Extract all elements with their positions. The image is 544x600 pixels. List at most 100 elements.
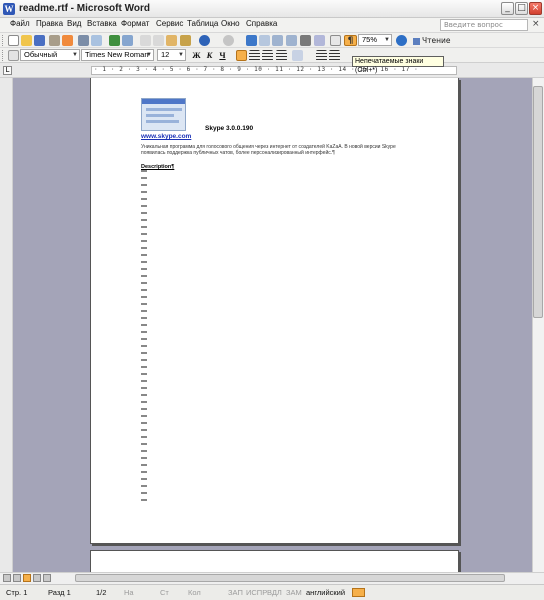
- menu-view[interactable]: Вид: [67, 19, 81, 28]
- paragraph-marks: [141, 170, 147, 504]
- spelling-status-icon[interactable]: [352, 588, 365, 597]
- new-document-icon[interactable]: [8, 35, 19, 46]
- status-ovr[interactable]: ЗАМ: [286, 588, 302, 597]
- skype-screenshot-image[interactable]: [141, 98, 186, 131]
- document-page[interactable]: [90, 550, 459, 572]
- copy-icon[interactable]: [153, 35, 164, 46]
- maximize-button[interactable]: □: [515, 2, 528, 15]
- minimize-button[interactable]: _: [501, 2, 514, 15]
- status-col: Кол: [188, 588, 201, 597]
- status-section: Разд 1: [48, 588, 71, 597]
- print-icon[interactable]: [78, 35, 89, 46]
- toolbar-grip[interactable]: [2, 50, 5, 61]
- status-line: Ст: [160, 588, 169, 597]
- help-icon[interactable]: [396, 35, 407, 46]
- save-icon[interactable]: [34, 35, 45, 46]
- horizontal-scrollbar-thumb[interactable]: [75, 574, 505, 582]
- font-size-value: 12: [161, 50, 170, 59]
- menu-file[interactable]: Файл: [10, 19, 30, 28]
- font-size-select[interactable]: 12 ▼: [157, 49, 186, 61]
- menu-table[interactable]: Таблица: [187, 19, 218, 28]
- menu-insert[interactable]: Вставка: [87, 19, 117, 28]
- cut-icon[interactable]: [140, 35, 151, 46]
- status-at: На: [124, 588, 134, 597]
- numbering-icon[interactable]: [316, 50, 327, 61]
- show-formatting-icon[interactable]: ¶: [344, 35, 357, 46]
- permission-icon[interactable]: [49, 35, 60, 46]
- menu-help[interactable]: Справка: [246, 19, 277, 28]
- menu-format[interactable]: Формат: [121, 19, 149, 28]
- italic-button[interactable]: К: [204, 49, 215, 61]
- chevron-down-icon[interactable]: ▼: [383, 35, 391, 45]
- line-spacing-icon[interactable]: [292, 50, 303, 61]
- tab-selector-icon[interactable]: L: [3, 66, 12, 75]
- document-line: появилась поддержка публичных чатов, бол…: [141, 150, 335, 156]
- research-icon[interactable]: [122, 35, 133, 46]
- drawing-icon[interactable]: [314, 35, 325, 46]
- align-right-icon[interactable]: [262, 50, 273, 61]
- window-title: readme.rtf - Microsoft Word: [19, 3, 150, 14]
- tables-borders-icon[interactable]: [259, 35, 270, 46]
- spelling-icon[interactable]: [109, 35, 120, 46]
- font-select[interactable]: Times New Roman ▼: [81, 49, 154, 61]
- style-value: Обычный: [24, 50, 58, 59]
- paste-icon[interactable]: [166, 35, 177, 46]
- menu-edit[interactable]: Правка: [36, 19, 63, 28]
- status-ext[interactable]: ВДЛ: [267, 588, 282, 597]
- styles-pane-icon[interactable]: [8, 50, 19, 61]
- print-layout-icon[interactable]: [23, 574, 31, 582]
- reading-layout-button[interactable]: Чтение: [413, 34, 451, 47]
- horizontal-ruler[interactable]: L · 1 · 2 · 3 · 4 · 5 · 6 · 7 · 8 · 9 · …: [0, 63, 544, 78]
- help-search-input[interactable]: Введите вопрос: [440, 19, 528, 31]
- status-pages: 1/2: [96, 588, 107, 597]
- document-link[interactable]: www.skype.com: [141, 133, 191, 140]
- columns-icon[interactable]: [300, 35, 311, 46]
- chevron-down-icon[interactable]: ▼: [177, 50, 185, 60]
- document-title: Skype 3.0.0.190: [205, 125, 254, 132]
- reading-view-icon[interactable]: [43, 574, 51, 582]
- justify-icon[interactable]: [276, 50, 287, 61]
- status-trk[interactable]: ИСПР: [246, 588, 267, 597]
- bold-button[interactable]: Ж: [191, 49, 202, 61]
- bullets-icon[interactable]: [329, 50, 340, 61]
- zoom-select[interactable]: 75% ▼: [358, 34, 392, 46]
- zoom-value: 75%: [362, 35, 378, 44]
- standard-toolbar: ¶ 75% ▼ Чтение: [0, 33, 544, 48]
- insert-table-icon[interactable]: [272, 35, 283, 46]
- chevron-down-icon[interactable]: ▼: [71, 50, 79, 60]
- undo-icon[interactable]: [199, 35, 210, 46]
- font-value: Times New Roman: [85, 50, 149, 59]
- menu-tools[interactable]: Сервис: [156, 19, 183, 28]
- outline-view-icon[interactable]: [33, 574, 41, 582]
- document-page[interactable]: Skype 3.0.0.190 www.skype.com Уникальная…: [90, 78, 459, 544]
- document-map-icon[interactable]: [330, 35, 341, 46]
- toolbar-grip[interactable]: [2, 35, 5, 46]
- format-painter-icon[interactable]: [180, 35, 191, 46]
- open-folder-icon[interactable]: [21, 35, 32, 46]
- menu-bar: Файл Правка Вид Вставка Формат Сервис Та…: [0, 18, 544, 33]
- status-bar: Стр. 1 Разд 1 1/2 На Ст Кол ЗАП ИСПР ВДЛ…: [0, 584, 544, 600]
- hyperlink-icon[interactable]: [246, 35, 257, 46]
- document-workspace[interactable]: Skype 3.0.0.190 www.skype.com Уникальная…: [13, 78, 532, 572]
- print-preview-icon[interactable]: [91, 35, 102, 46]
- close-document-icon[interactable]: ×: [532, 19, 540, 29]
- formatting-toolbar: Обычный ▼ Times New Roman ▼ 12 ▼ Ж К Ч: [0, 48, 544, 63]
- vertical-scrollbar-thumb[interactable]: [533, 86, 543, 318]
- align-center-icon[interactable]: [249, 50, 260, 61]
- tooltip: Непечатаемые знаки (Ctrl+*): [352, 56, 444, 74]
- align-left-icon[interactable]: [236, 50, 247, 61]
- chevron-down-icon[interactable]: ▼: [145, 50, 153, 60]
- book-icon: [413, 37, 420, 45]
- underline-button[interactable]: Ч: [217, 49, 228, 61]
- menu-window[interactable]: Окно: [221, 19, 240, 28]
- redo-icon[interactable]: [223, 35, 234, 46]
- style-select[interactable]: Обычный ▼: [20, 49, 80, 61]
- insert-excel-icon[interactable]: [286, 35, 297, 46]
- vertical-ruler[interactable]: [0, 78, 13, 572]
- close-button[interactable]: ×: [529, 2, 542, 15]
- word-icon: W: [3, 3, 15, 15]
- normal-view-icon[interactable]: [3, 574, 11, 582]
- email-icon[interactable]: [62, 35, 73, 46]
- status-rec[interactable]: ЗАП: [228, 588, 243, 597]
- web-layout-icon[interactable]: [13, 574, 21, 582]
